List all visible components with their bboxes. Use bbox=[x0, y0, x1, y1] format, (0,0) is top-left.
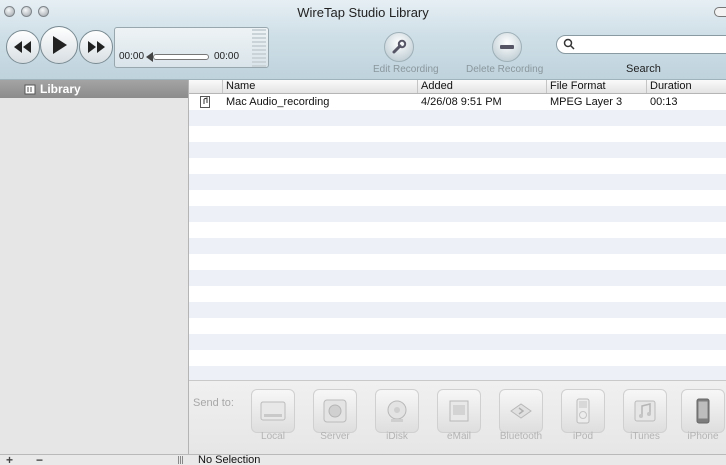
list-rows: Mac Audio_recording 4/26/08 9:51 PM MPEG… bbox=[189, 94, 726, 380]
send-to-email-button[interactable]: eMail bbox=[430, 389, 488, 445]
elapsed-time: 00:00 bbox=[119, 51, 145, 62]
list-header: Name Added File Format Duration bbox=[189, 80, 726, 94]
empty-row bbox=[189, 110, 726, 126]
row-name: Mac Audio_recording bbox=[226, 96, 330, 108]
empty-row bbox=[189, 254, 726, 270]
play-button[interactable] bbox=[40, 26, 78, 64]
library-icon bbox=[24, 84, 36, 95]
empty-row bbox=[189, 222, 726, 238]
send-to-server-button[interactable]: Server bbox=[306, 389, 364, 445]
send-to-label-ipod: iPod bbox=[572, 431, 593, 442]
empty-row bbox=[189, 286, 726, 302]
empty-row bbox=[189, 270, 726, 286]
column-header-name[interactable]: Name bbox=[222, 80, 417, 93]
empty-row bbox=[189, 238, 726, 254]
recordings-list: Name Added File Format Duration Mac Audi… bbox=[189, 80, 726, 380]
empty-row bbox=[189, 318, 726, 334]
fast-forward-button[interactable] bbox=[79, 30, 113, 64]
send-to-label-local: Local bbox=[261, 431, 285, 442]
column-header-format[interactable]: File Format bbox=[546, 80, 646, 93]
rewind-button[interactable] bbox=[6, 30, 40, 64]
server-icon bbox=[323, 399, 347, 423]
window-title: WireTap Studio Library bbox=[297, 5, 429, 20]
column-header-duration[interactable]: Duration bbox=[646, 80, 726, 93]
sidebar-item-library[interactable]: Library bbox=[0, 80, 188, 98]
edit-recording-button[interactable] bbox=[384, 32, 414, 62]
column-header-added[interactable]: Added bbox=[417, 80, 546, 93]
bluetooth-icon bbox=[510, 403, 532, 419]
send-to-idisk-button[interactable]: iDisk bbox=[368, 389, 426, 445]
idisk-icon bbox=[387, 400, 407, 422]
send-to-panel: Send to: Local Server iDisk eMail Blueto… bbox=[189, 380, 726, 454]
empty-row bbox=[189, 142, 726, 158]
send-to-label-email: eMail bbox=[447, 431, 471, 442]
empty-row bbox=[189, 126, 726, 142]
search-icon bbox=[563, 38, 575, 50]
remove-button[interactable]: − bbox=[36, 453, 43, 465]
transport-display: 00:00 00:00 bbox=[114, 27, 269, 68]
delete-recording-label: Delete Recording bbox=[466, 64, 544, 75]
delete-recording-button[interactable] bbox=[492, 32, 522, 62]
send-to-label-idisk: iDisk bbox=[386, 431, 408, 442]
edit-recording-label: Edit Recording bbox=[373, 64, 439, 75]
selection-status: No Selection bbox=[198, 454, 261, 465]
hard-drive-icon bbox=[260, 401, 286, 421]
toolbar: WireTap Studio Library 00:00 00:00 Edit … bbox=[0, 0, 726, 80]
send-to-iphone-button[interactable]: iPhone bbox=[674, 389, 726, 445]
row-format: MPEG Layer 3 bbox=[550, 96, 623, 108]
add-button[interactable]: + bbox=[6, 453, 13, 465]
empty-row bbox=[189, 350, 726, 366]
search-label: Search bbox=[626, 63, 661, 75]
app-window: WireTap Studio Library 00:00 00:00 Edit … bbox=[0, 0, 726, 465]
empty-row bbox=[189, 206, 726, 222]
sidebar-item-label: Library bbox=[40, 82, 81, 96]
empty-row bbox=[189, 366, 726, 380]
ipod-icon bbox=[576, 398, 590, 424]
remaining-time: 00:00 bbox=[214, 51, 240, 62]
fast-forward-icon bbox=[88, 41, 105, 53]
sidebar: Library bbox=[0, 80, 189, 454]
row-duration: 00:13 bbox=[650, 96, 678, 108]
bottom-bar: + − No Selection bbox=[0, 453, 726, 465]
audio-file-icon bbox=[200, 96, 210, 108]
wrench-icon bbox=[392, 39, 407, 54]
send-to-itunes-button[interactable]: iTunes bbox=[616, 389, 674, 445]
search-field[interactable] bbox=[556, 35, 726, 54]
send-to-ipod-button[interactable]: iPod bbox=[554, 389, 612, 445]
email-icon bbox=[449, 400, 469, 422]
rewind-icon bbox=[14, 41, 31, 53]
sidebar-resize-handle[interactable] bbox=[178, 456, 184, 464]
empty-row bbox=[189, 158, 726, 174]
send-to-label: Send to: bbox=[193, 397, 234, 409]
empty-row bbox=[189, 190, 726, 206]
send-to-label-bluetooth: Bluetooth bbox=[499, 431, 543, 442]
toolbar-toggle-button[interactable] bbox=[714, 7, 726, 17]
table-row[interactable]: Mac Audio_recording 4/26/08 9:51 PM MPEG… bbox=[189, 94, 726, 110]
empty-row bbox=[189, 174, 726, 190]
iphone-icon bbox=[696, 398, 710, 424]
empty-row bbox=[189, 302, 726, 318]
play-icon bbox=[53, 36, 67, 54]
playback-scrubber[interactable] bbox=[153, 54, 209, 60]
send-to-label-iphone: iPhone bbox=[687, 431, 719, 442]
row-added: 4/26/08 9:51 PM bbox=[421, 96, 502, 108]
scrubber-knob[interactable] bbox=[146, 52, 153, 62]
empty-row bbox=[189, 334, 726, 350]
send-to-bluetooth-button[interactable]: Bluetooth bbox=[492, 389, 550, 445]
send-to-local-button[interactable]: Local bbox=[244, 389, 302, 445]
send-to-label-server: Server bbox=[320, 431, 350, 442]
itunes-icon bbox=[634, 400, 656, 422]
minus-icon bbox=[500, 45, 514, 49]
send-to-label-itunes: iTunes bbox=[630, 431, 660, 442]
level-meter bbox=[252, 29, 266, 67]
